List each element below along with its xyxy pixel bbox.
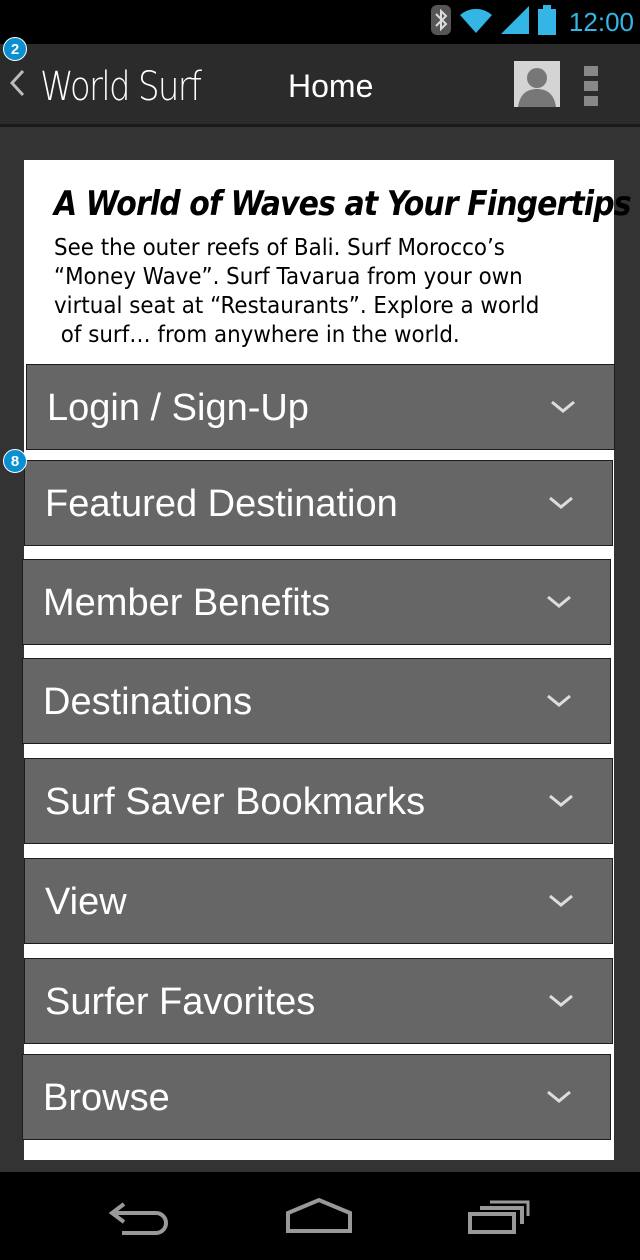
action-bar: World Surf Home [0,44,640,127]
hero-title: A World of Waves at Your Fingertips [54,184,632,224]
hero-line: of surf… from anywhere in the world. [54,322,460,348]
home-icon[interactable] [284,1197,354,1240]
accordion-view[interactable]: View [24,858,613,944]
overflow-menu-icon[interactable] [584,66,598,111]
chevron-down-icon [548,893,574,914]
annotation-badge-8: 8 [3,449,27,473]
accordion-destinations[interactable]: Destinations [22,658,611,744]
chevron-down-icon [548,793,574,814]
chevron-down-icon [548,993,574,1014]
accordion-surf-saver-bookmarks[interactable]: Surf Saver Bookmarks [24,758,613,844]
hero-line: “Money Wave”. Surf Tavarua from your own [54,264,523,290]
accordion-login-signup[interactable]: Login / Sign-Up [26,364,615,450]
home-card: A World of Waves at Your Fingertips See … [22,160,632,1160]
accordion-featured-destination[interactable]: Featured Destination [24,460,613,546]
status-time: 12:00 [568,6,634,37]
chevron-down-icon [550,399,576,420]
chevron-down-icon [546,594,572,615]
chevron-down-icon [548,495,574,516]
battery-icon [537,4,557,40]
navigation-bar [0,1172,640,1260]
status-icons: 12:00 [430,0,634,44]
chevron-down-icon [546,1089,572,1110]
accordion-label: Login / Sign-Up [47,387,309,429]
back-icon[interactable] [108,1200,170,1241]
accordion-label: Surfer Favorites [45,981,316,1023]
hero-description: See the outer reefs of Bali. Surf Morocc… [54,234,566,350]
accordion-label: Featured Destination [45,483,398,525]
accordion-label: Member Benefits [43,582,331,624]
chevron-down-icon [546,693,572,714]
signal-icon [500,5,529,39]
app-title[interactable]: World Surf [40,64,202,110]
accordion-label: Surf Saver Bookmarks [45,781,426,823]
accordion-label: Destinations [43,681,253,723]
hero-line: See the outer reefs of Bali. Surf Morocc… [54,235,505,261]
wifi-icon [459,6,493,39]
accordion-label: Browse [43,1077,170,1119]
accordion-member-benefits[interactable]: Member Benefits [22,559,611,645]
annotation-badge-2: 2 [3,37,27,61]
hero-line: virtual seat at “Restaurants”. Explore a… [54,293,540,319]
main-content: A World of Waves at Your Fingertips See … [0,127,640,1172]
recent-apps-icon[interactable] [466,1200,530,1241]
status-bar: 12:00 [0,0,640,44]
accordion-label: View [45,881,127,923]
accordion-surfer-favorites[interactable]: Surfer Favorites [24,958,613,1044]
page-title: Home [288,68,374,104]
back-chevron-icon[interactable] [8,68,26,103]
avatar-icon[interactable] [514,61,560,107]
bluetooth-icon [430,4,451,40]
accordion-browse[interactable]: Browse [22,1054,611,1140]
